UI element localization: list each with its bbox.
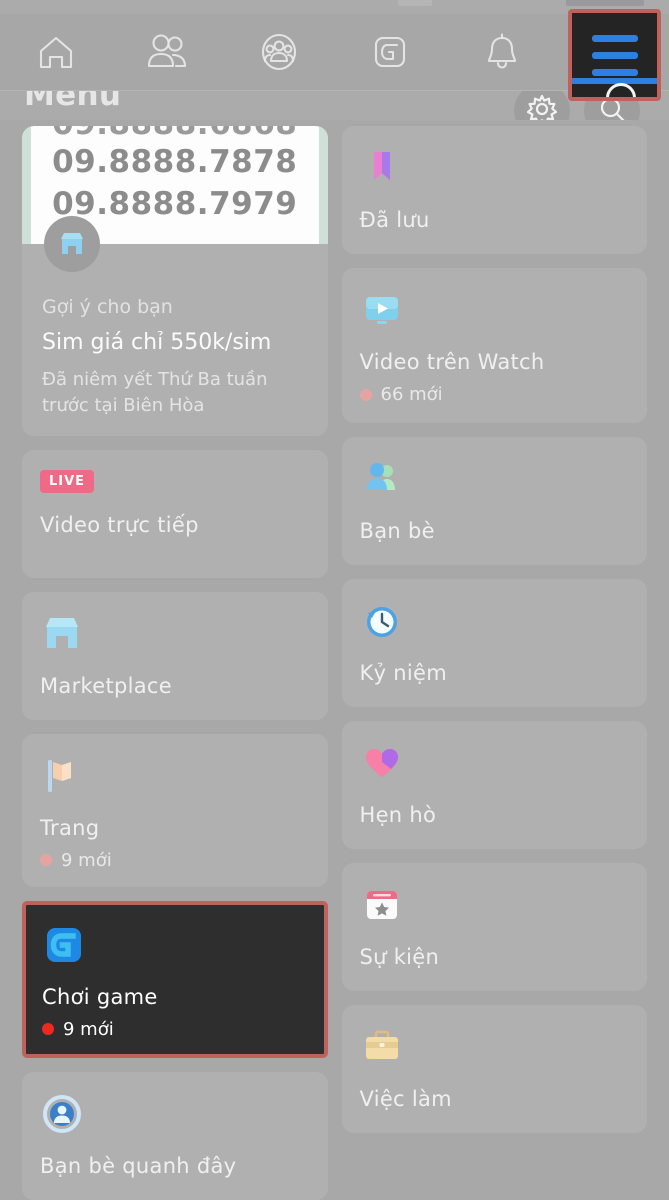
sliver-ghost-left [398,0,432,6]
search-icon [606,83,636,97]
nav-tab-groups[interactable] [223,14,335,90]
menu-item-label: Video trên Watch [359,350,545,374]
photo-edge-right [318,126,328,244]
menu-item-label: Sự kiện [359,945,440,969]
nearby-friends-icon [40,1092,84,1136]
menu-item-jobs[interactable]: Việc làm [341,1005,647,1133]
gaming-g-icon [42,923,86,967]
bookmark-icon [360,146,404,190]
badge-text: 66 mới [380,384,443,405]
listing-phone-1: 09.8888.7878 [52,144,298,180]
photo-edge-left [22,126,31,244]
friends-icon [143,30,191,74]
badge-dot-icon [359,388,372,401]
nav-tab-gaming[interactable] [335,14,447,90]
menu-item-label: Bạn bè [359,519,435,543]
friends-pair-icon [360,457,404,501]
live-badge: LIVE [40,469,95,493]
menu-item-events[interactable]: Sự kiện [341,863,647,991]
menu-item-label: Bạn bè quanh đây [40,1154,237,1179]
nav-tab-friends[interactable] [112,14,224,90]
menu-button-highlight[interactable] [568,9,661,101]
listing-meta: Đã niêm yết Thứ Ba tuần trước tại Biên H… [42,369,268,417]
sliver-ghost-right [566,0,644,6]
menu-item-memories[interactable]: Kỷ niệm [341,579,647,707]
pages-flag-icon [40,754,84,798]
badge-text: 9 mới [61,849,112,871]
facebook-menu-screen: Menu 09.8888.7878 09.8888.7979 Gợi ý cho… [0,0,669,1200]
menu-grid: 09.8888.6868 09.8888.7878 09.8888.7979 G… [0,120,669,1200]
listing-phone-0: 09.8888.6868 [31,126,319,142]
gear-icon [526,93,558,120]
menu-item-label: Hẹn hò [359,803,437,827]
menu-item-live-video[interactable]: LIVE Video trực tiếp [22,449,328,578]
hamburger-bar-3 [591,68,638,76]
menu-item-badge: 9 mới [40,850,310,871]
listing-eyebrow: Gợi ý cho bạn [42,296,173,318]
menu-item-label: Việc làm [359,1087,452,1111]
memories-clock-icon [360,599,404,643]
menu-item-badge: 9 mới [42,1019,308,1040]
badge-dot-icon [42,1023,54,1036]
badge-text: 9 mới [63,1018,114,1040]
nav-tab-home[interactable] [0,14,112,90]
jobs-briefcase-icon [360,1025,404,1069]
menu-item-label: Đã lưu [359,208,430,232]
nav-tab-notifications[interactable] [446,14,558,90]
groups-icon [255,29,303,75]
menu-item-label: Video trực tiếp [40,512,199,537]
menu-item-play-games[interactable]: Chơi game 9 mới [22,900,328,1059]
watch-video-icon [360,288,404,332]
badge-dot-icon [40,854,52,867]
home-icon [33,30,79,74]
menu-item-nearby-friends[interactable]: Bạn bè quanh đây [22,1072,328,1200]
menu-item-dating[interactable]: Hẹn hò [341,721,647,849]
marketplace-shop-icon [40,612,84,656]
gaming-icon [367,29,413,75]
dating-heart-icon [360,741,404,785]
menu-column-right: Đã lưu Video trên Watch 66 mới Bạn bè Kỷ… [341,126,647,1200]
menu-item-watch-video[interactable]: Video trên Watch 66 mới [341,268,647,423]
listing-title: Sim giá chỉ 550k/sim [42,330,272,355]
marketplace-suggestion-card[interactable]: 09.8888.6868 09.8888.7878 09.8888.7979 G… [22,126,328,436]
menu-column-left: 09.8888.6868 09.8888.7878 09.8888.7979 G… [22,126,328,1200]
menu-item-friends[interactable]: Bạn bè [341,437,647,565]
menu-item-marketplace[interactable]: Marketplace [22,591,328,720]
menu-item-label: Trang [40,815,100,840]
menu-item-label: Chơi game [42,984,158,1009]
menu-item-label: Marketplace [40,673,172,698]
bell-icon [480,29,524,75]
marketplace-shop-icon [44,216,100,272]
listing-body: Gợi ý cho bạn Sim giá chỉ 550k/sim Đã ni… [22,244,328,436]
hamburger-bar-2 [591,51,638,59]
events-calendar-icon [360,883,404,927]
menu-item-label: Kỷ niệm [359,661,447,685]
menu-item-badge: 66 mới [359,384,630,405]
page-title: Menu [24,90,122,113]
hamburger-bar-1 [591,34,638,42]
menu-item-saved[interactable]: Đã lưu [341,126,647,254]
menu-item-pages[interactable]: Trang 9 mới [22,733,328,887]
settings-button[interactable] [514,91,570,120]
